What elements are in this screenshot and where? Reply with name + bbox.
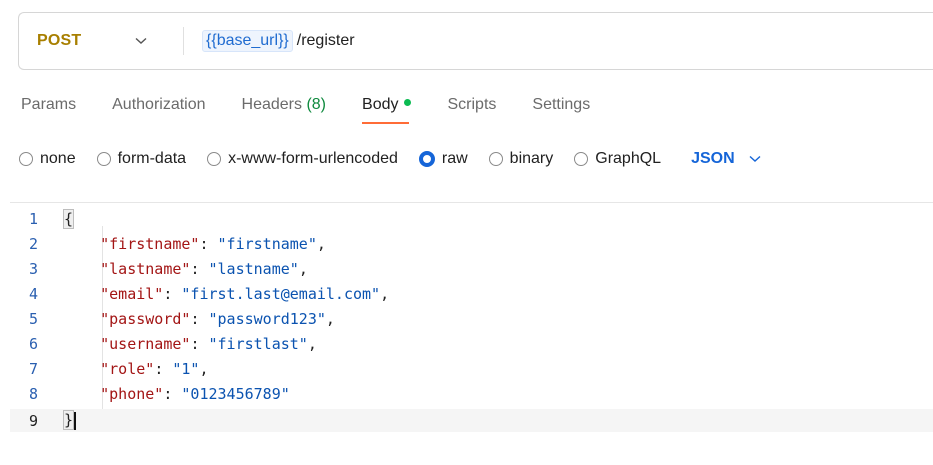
json-value: "0123456789" (181, 384, 290, 403)
code-editor[interactable]: 1 { 2 "firstname": "firstname", 3 "lastn… (10, 202, 933, 448)
radio-form-data[interactable]: form-data (96, 150, 186, 168)
radio-none[interactable]: none (19, 150, 76, 168)
headers-count: (8) (306, 96, 327, 113)
radio-raw[interactable]: raw (418, 150, 468, 168)
radio-graphql[interactable]: GraphQL (574, 150, 661, 168)
radio-binary[interactable]: binary (488, 150, 553, 168)
url-variable[interactable]: {{base_url}} (202, 30, 293, 52)
close-brace: } (62, 410, 75, 431)
tab-settings[interactable]: Settings (532, 96, 590, 122)
line-number: 8 (28, 384, 38, 403)
line-number: 4 (28, 284, 38, 303)
url-divider (183, 27, 184, 55)
code-line-current: 9 } (10, 409, 933, 432)
code-line: 1 { (10, 207, 933, 230)
request-tabs: Params Authorization Headers (8) Body Sc… (21, 96, 626, 124)
body-type-selector: none form-data x-www-form-urlencoded raw… (19, 150, 761, 168)
json-key: "phone" (100, 384, 164, 403)
radio-circle[interactable] (488, 152, 503, 166)
code-line: 3 "lastname": "lastname", (10, 257, 933, 280)
json-value: "firstname" (217, 234, 317, 253)
code-line: 5 "password": "password123", (10, 307, 933, 330)
json-key: "email" (100, 284, 164, 303)
code-content: } (62, 410, 77, 431)
url-input[interactable]: {{base_url}} /register (202, 30, 355, 52)
radio-circle-selected[interactable] (418, 151, 435, 167)
json-key: "firstname" (100, 234, 200, 253)
code-line: 7 "role": "1", (10, 357, 933, 380)
radio-circle[interactable] (207, 152, 222, 166)
code-line: 4 "email": "first.last@email.com", (10, 282, 933, 305)
line-number: 3 (28, 259, 38, 278)
code-content: "email": "first.last@email.com", (100, 284, 390, 303)
request-editor: POST {{base_url}} /register Params Autho… (0, 0, 933, 465)
line-number: 1 (28, 209, 38, 228)
tab-scripts[interactable]: Scripts (447, 96, 496, 122)
json-value: "1" (172, 359, 200, 378)
code-line: 6 "username": "firstlast", (10, 332, 933, 355)
radio-x-www-form-urlencoded[interactable]: x-www-form-urlencoded (207, 150, 398, 168)
chevron-down-icon (749, 155, 761, 163)
line-number: 5 (28, 309, 38, 328)
json-key: "username" (100, 334, 191, 353)
code-content: "password": "password123", (100, 309, 335, 328)
json-value: "lastname" (208, 259, 299, 278)
url-bar: POST {{base_url}} /register (18, 12, 933, 70)
method-label: POST (37, 32, 82, 49)
raw-format-label: JSON (691, 150, 735, 167)
json-key: "role" (100, 359, 155, 378)
code-content: { (62, 208, 75, 229)
tab-headers[interactable]: Headers (8) (242, 96, 327, 122)
chevron-down-icon (135, 37, 147, 45)
method-dropdown[interactable]: POST (19, 13, 183, 69)
code-content: "firstname": "firstname", (100, 234, 326, 253)
line-number: 6 (28, 334, 38, 353)
code-line: 2 "firstname": "firstname", (10, 232, 933, 255)
text-caret (74, 411, 77, 430)
radio-circle[interactable] (574, 152, 589, 166)
code-line: 8 "phone": "0123456789" (10, 382, 933, 405)
url-path: /register (296, 32, 355, 49)
json-value: "firstlast" (208, 334, 308, 353)
radio-circle[interactable] (19, 152, 33, 166)
json-value: "password123" (208, 309, 326, 328)
open-brace: { (62, 208, 75, 229)
tab-authorization[interactable]: Authorization (112, 96, 205, 122)
code-content: "lastname": "lastname", (100, 259, 308, 278)
code-content: "phone": "0123456789" (100, 384, 290, 403)
json-key: "lastname" (100, 259, 191, 278)
line-number: 2 (28, 234, 38, 253)
line-number: 7 (28, 359, 38, 378)
line-number: 9 (28, 411, 38, 430)
body-indicator-dot (404, 99, 412, 107)
json-key: "password" (100, 309, 191, 328)
code-content: "username": "firstlast", (100, 334, 317, 353)
radio-circle[interactable] (96, 152, 111, 166)
raw-format-dropdown[interactable]: JSON (691, 150, 761, 168)
tab-body[interactable]: Body (362, 96, 412, 124)
code-content: "role": "1", (100, 359, 209, 378)
tab-params[interactable]: Params (21, 96, 76, 122)
json-value: "first.last@email.com" (181, 284, 381, 303)
